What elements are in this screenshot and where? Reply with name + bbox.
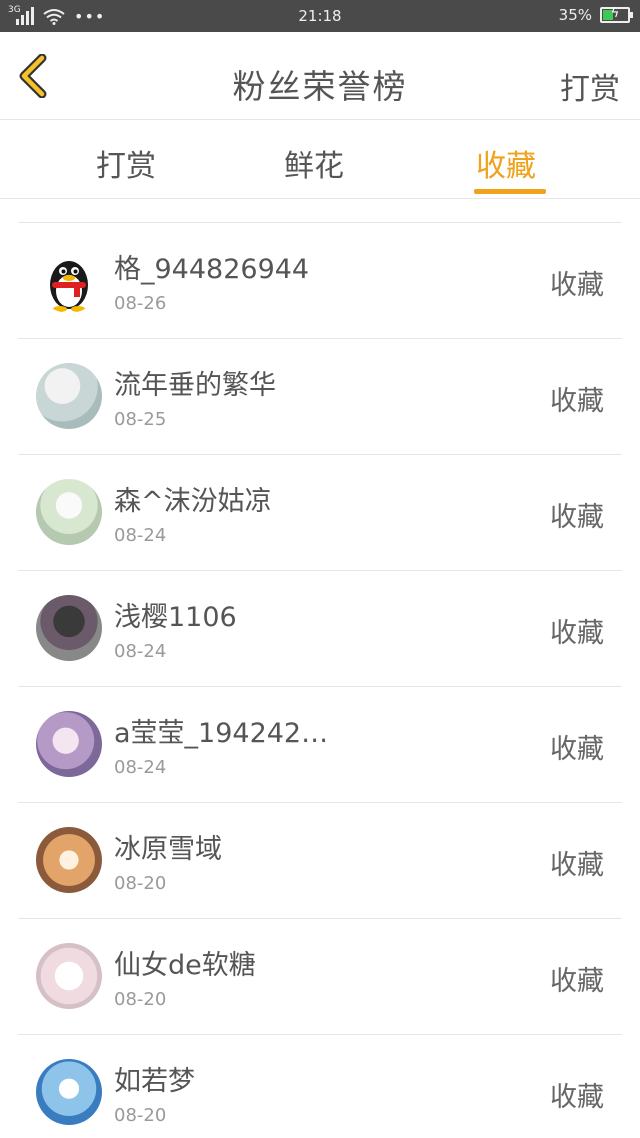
active-tab-indicator [474, 189, 546, 194]
status-time: 21:18 [298, 7, 342, 25]
list-item[interactable]: 冰原雪域 08-20 收藏 [18, 803, 622, 919]
reward-button[interactable]: 打赏 [560, 64, 620, 108]
list-item[interactable]: 格_944826944 08-26 收藏 [18, 223, 622, 339]
fan-date: 08-24 [114, 757, 167, 778]
list-item[interactable]: 仙女de软糖 08-20 收藏 [18, 919, 622, 1035]
tab-reward[interactable]: 打赏 [96, 141, 156, 185]
avatar[interactable] [36, 711, 102, 777]
avatar[interactable] [36, 595, 102, 661]
status-right: 35% ϟ [558, 6, 633, 24]
favorite-label: 收藏 [550, 502, 604, 533]
fan-date: 08-20 [114, 989, 167, 1010]
avatar[interactable] [36, 479, 102, 545]
fan-name: 仙女de软糖 [114, 950, 256, 981]
list-item[interactable]: a莹莹_194242… 08-24 收藏 [18, 687, 622, 803]
favorite-label: 收藏 [550, 386, 604, 417]
list-item[interactable]: 流年垂的繁华 08-25 收藏 [18, 339, 622, 455]
fan-date: 08-25 [114, 409, 167, 430]
list-item[interactable]: 浅樱1106 08-24 收藏 [18, 571, 622, 687]
fan-name: 流年垂的繁华 [114, 370, 276, 401]
qq-penguin-icon [50, 261, 88, 312]
favorite-label: 收藏 [550, 618, 604, 649]
charging-icon: ϟ [610, 6, 620, 21]
battery-icon: ϟ [600, 6, 633, 23]
list-item[interactable]: 如若梦 08-20 收藏 [18, 1035, 622, 1138]
battery-percent: 35% [558, 6, 592, 24]
fan-name: 格_944826944 [114, 254, 310, 285]
fan-name: 如若梦 [114, 1066, 195, 1097]
fan-date: 08-20 [114, 1105, 167, 1126]
tab-favorites[interactable]: 收藏 [476, 141, 536, 185]
favorite-label: 收藏 [550, 850, 604, 881]
tab-bar: 打赏 鲜花 收藏 [0, 121, 640, 199]
favorite-label: 收藏 [550, 966, 604, 997]
fan-list: 格_944826944 08-26 收藏 流年垂的繁华 08-25 收藏 森^沫… [18, 222, 622, 1138]
page-title: 粉丝荣誉榜 [232, 67, 408, 106]
avatar[interactable] [36, 1059, 102, 1125]
fan-date: 08-24 [114, 641, 167, 662]
app-header: 粉丝荣誉榜 打赏 [0, 32, 640, 120]
avatar[interactable] [36, 943, 102, 1009]
favorite-label: 收藏 [550, 1082, 604, 1113]
fan-name: 浅樱1106 [114, 602, 237, 633]
fan-date: 08-26 [114, 293, 167, 314]
avatar[interactable] [36, 827, 102, 893]
fan-name: a莹莹_194242… [114, 718, 329, 749]
status-bar: 3G ••• 21:18 35% ϟ [0, 0, 640, 32]
fan-name: 森^沫汾姑凉 [114, 486, 272, 517]
favorite-label: 收藏 [550, 270, 604, 301]
fan-date: 08-20 [114, 873, 167, 894]
fan-date: 08-24 [114, 525, 167, 546]
avatar[interactable] [36, 247, 102, 313]
fan-name: 冰原雪域 [114, 834, 222, 865]
list-item[interactable]: 森^沫汾姑凉 08-24 收藏 [18, 455, 622, 571]
tab-flowers[interactable]: 鲜花 [284, 141, 344, 185]
favorite-label: 收藏 [550, 734, 604, 765]
avatar[interactable] [36, 363, 102, 429]
